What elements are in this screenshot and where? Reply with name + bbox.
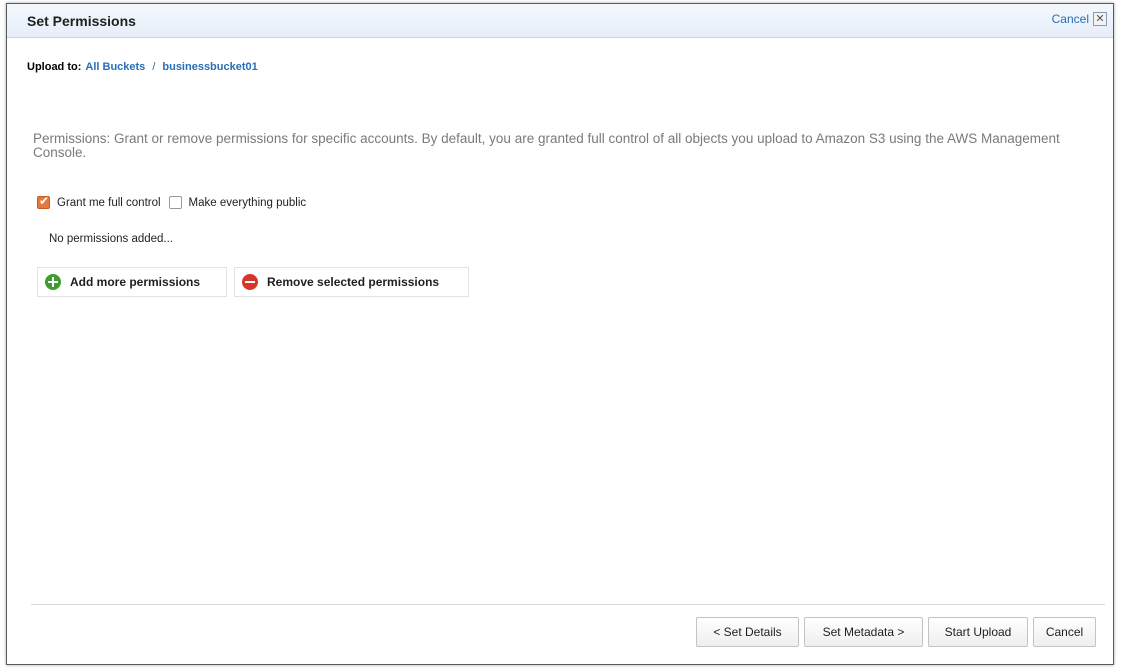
breadcrumb-all-buckets[interactable]: All Buckets: [85, 61, 145, 73]
set-permissions-dialog: Set Permissions Cancel ✕ Upload to: All …: [6, 3, 1114, 665]
breadcrumb-label: Upload to:: [27, 61, 82, 73]
permissions-description: Permissions: Grant or remove permissions…: [33, 131, 1060, 160]
breadcrumb-bucket[interactable]: businessbucket01: [162, 61, 257, 73]
plus-circle-icon: [45, 274, 61, 290]
footer-divider: [31, 604, 1105, 605]
make-public-label[interactable]: Make everything public: [189, 197, 307, 209]
cancel-button[interactable]: Cancel: [1033, 617, 1096, 647]
cancel-link-label[interactable]: Cancel: [1052, 12, 1089, 26]
page: Set Permissions Cancel ✕ Upload to: All …: [0, 0, 1128, 672]
breadcrumb: Upload to: All Buckets / businessbucket0…: [27, 61, 258, 73]
dialog-title: Set Permissions: [27, 13, 136, 29]
cancel-link[interactable]: Cancel ✕: [1052, 12, 1107, 26]
empty-permissions-message: No permissions added...: [49, 233, 174, 245]
breadcrumb-separator: /: [152, 61, 156, 73]
remove-permissions-label: Remove selected permissions: [267, 275, 440, 289]
grant-full-control-checkbox[interactable]: [37, 194, 50, 209]
start-upload-button[interactable]: Start Upload: [928, 617, 1028, 647]
make-public-checkbox[interactable]: [168, 196, 182, 209]
close-icon[interactable]: ✕: [1093, 12, 1107, 26]
set-metadata-button[interactable]: Set Metadata >: [804, 617, 923, 647]
permission-options: Grant me full control Make everything pu…: [37, 194, 314, 209]
set-details-button[interactable]: < Set Details: [696, 617, 799, 647]
remove-permissions-button[interactable]: Remove selected permissions: [234, 267, 469, 297]
add-permissions-label: Add more permissions: [70, 275, 201, 289]
grant-full-control-label[interactable]: Grant me full control: [57, 197, 161, 209]
add-permissions-button[interactable]: Add more permissions: [37, 267, 227, 297]
dialog-titlebar: Set Permissions Cancel ✕: [7, 4, 1113, 38]
minus-circle-icon: [242, 274, 258, 290]
